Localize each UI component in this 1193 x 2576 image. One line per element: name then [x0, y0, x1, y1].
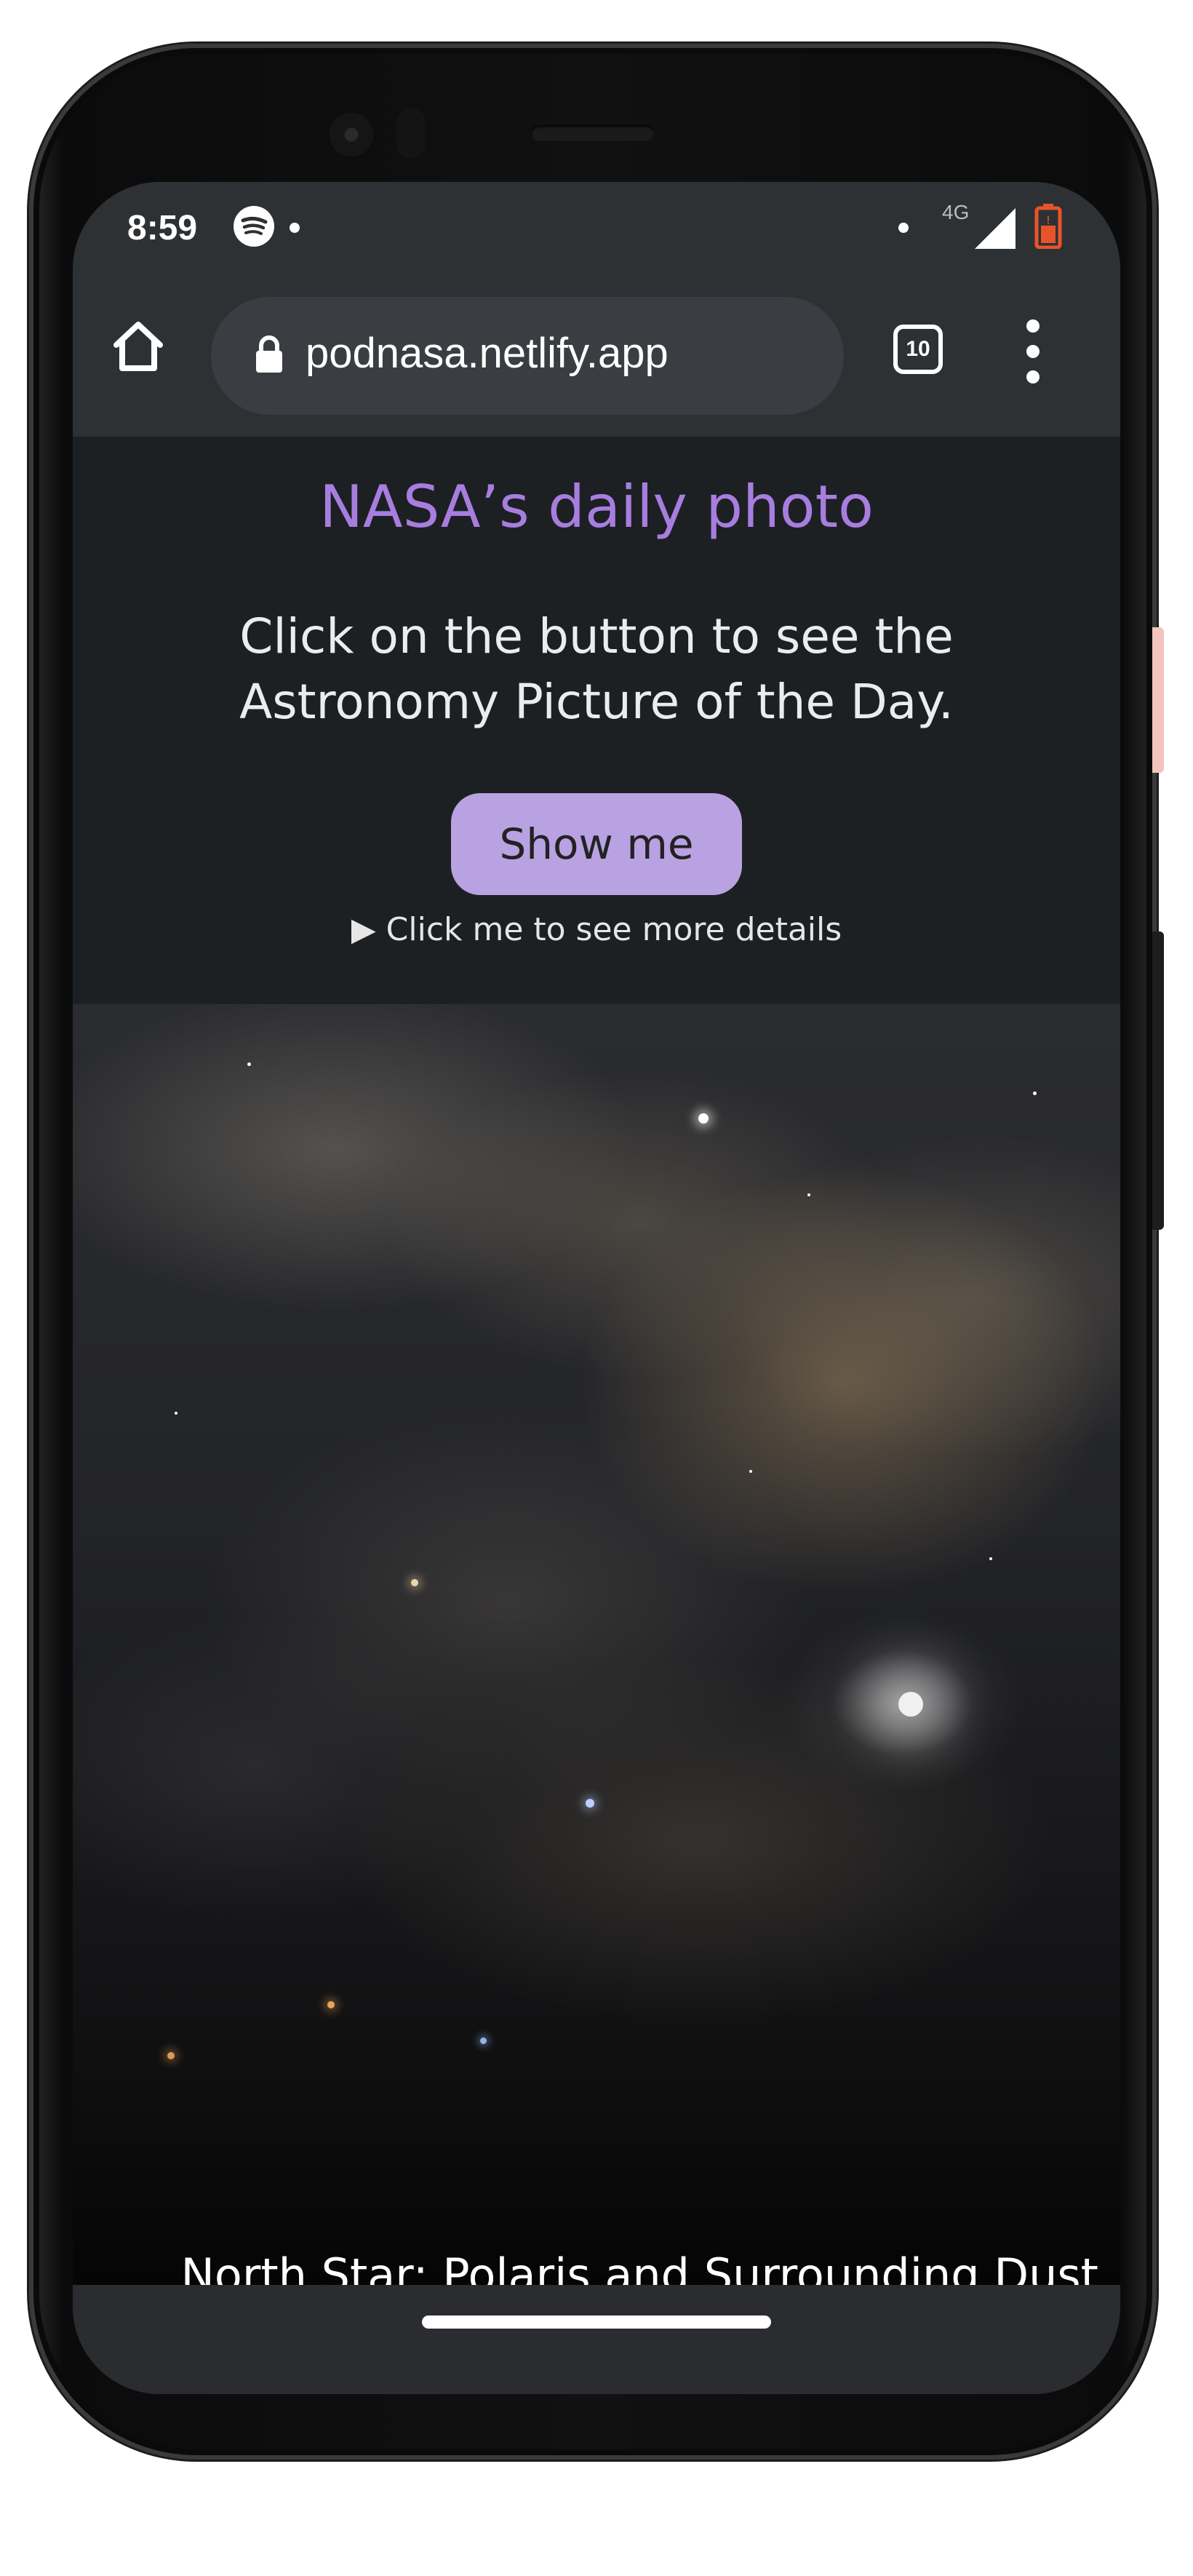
front-camera [326, 109, 377, 160]
star [1033, 1092, 1037, 1095]
star [167, 2052, 175, 2059]
url-text: podnasa.netlify.app [306, 330, 669, 377]
photo-caption: North Star: Polaris and Surrounding Dust [180, 2249, 1098, 2285]
spotify-icon [234, 206, 274, 247]
astronomy-photo: North Star: Polaris and Surrounding Dust [73, 1004, 1120, 2285]
details-toggle[interactable]: ▶ Click me to see more details [73, 911, 1120, 948]
star [175, 1412, 177, 1415]
star [247, 1062, 251, 1066]
battery-icon: ! [1034, 204, 1062, 249]
notification-dot-icon [898, 223, 909, 233]
proximity-sensor [396, 108, 426, 159]
home-icon[interactable] [109, 317, 167, 375]
status-bar: 8:59 4G ! [73, 182, 1120, 277]
page-content: NASA’s daily photo Click on the button t… [73, 437, 1120, 1004]
show-me-button[interactable]: Show me [451, 793, 742, 895]
star [327, 2001, 335, 2008]
star [749, 1470, 752, 1473]
svg-text:!: ! [1046, 213, 1050, 227]
intro-text: Click on the button to see the Astronomy… [239, 608, 954, 730]
notification-dot-icon [290, 223, 300, 233]
volume-key [1152, 931, 1164, 1230]
address-bar[interactable]: podnasa.netlify.app [211, 297, 844, 415]
page-title: NASA’s daily photo [319, 473, 874, 541]
tab-switcher-button[interactable]: 10 [893, 325, 943, 374]
star [411, 1579, 418, 1586]
phone-screen: 8:59 4G ! podnasa.netlify.app 10 NASA’s … [73, 182, 1120, 2394]
menu-icon[interactable] [1022, 311, 1044, 391]
star [989, 1557, 992, 1560]
signal-icon [975, 208, 1016, 249]
star [480, 2038, 487, 2044]
system-nav-bar [73, 2285, 1120, 2394]
star [807, 1193, 810, 1196]
browser-toolbar: podnasa.netlify.app 10 [73, 277, 1120, 437]
network-type: 4G [942, 201, 970, 223]
star [698, 1113, 709, 1124]
power-key [1152, 627, 1164, 773]
lock-icon [256, 335, 282, 373]
home-gesture-bar[interactable] [422, 2315, 771, 2329]
status-time: 8:59 [127, 209, 198, 247]
star [586, 1799, 594, 1808]
earpiece-speaker [531, 125, 655, 141]
star [898, 1692, 923, 1717]
